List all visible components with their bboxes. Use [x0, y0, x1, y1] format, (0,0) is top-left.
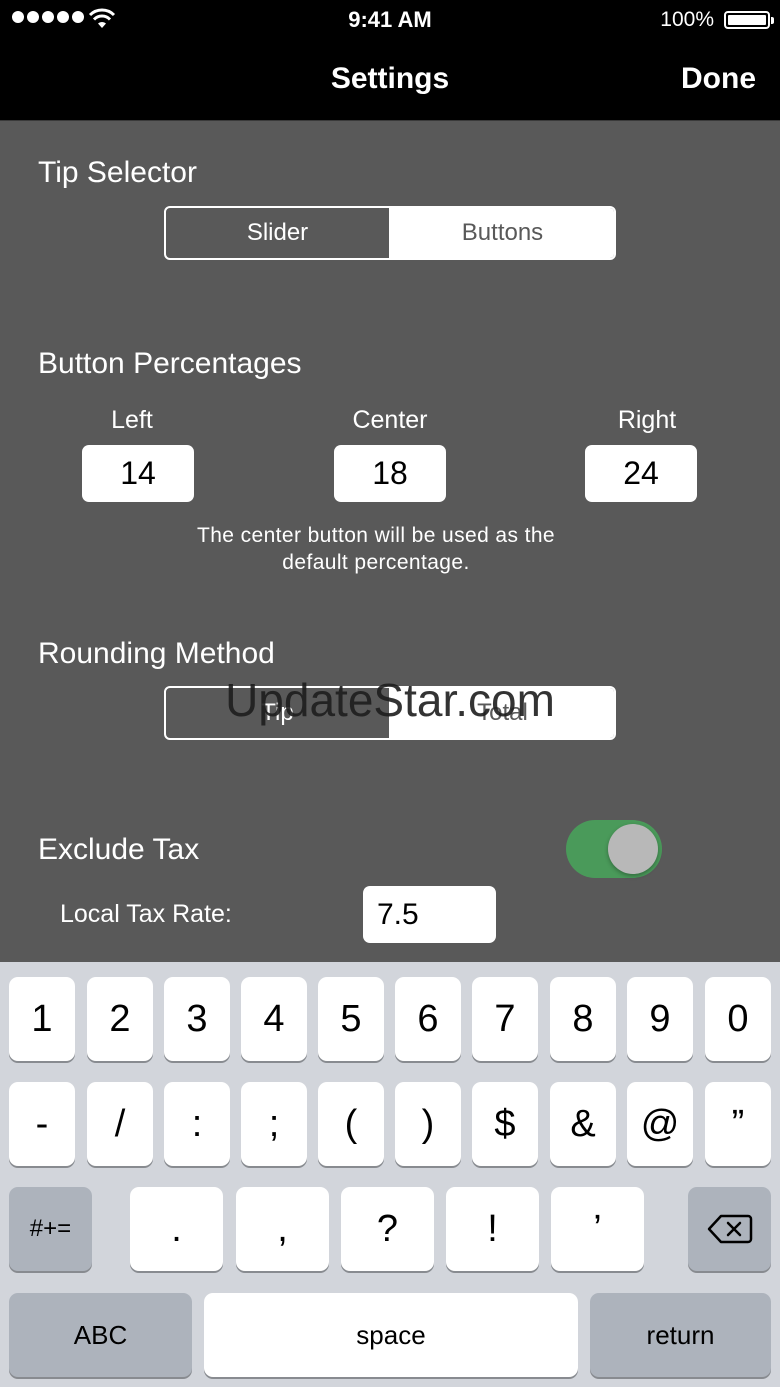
- tip-selector-control: Slider Buttons: [164, 206, 616, 260]
- key-9[interactable]: 9: [627, 977, 693, 1061]
- done-button[interactable]: Done: [681, 62, 756, 96]
- return-key[interactable]: return: [590, 1293, 771, 1377]
- left-percentage-field[interactable]: 14: [82, 445, 194, 502]
- key-ampersand[interactable]: &: [550, 1082, 616, 1166]
- key-exclamation[interactable]: !: [446, 1187, 539, 1271]
- button-percentages-title: Button Percentages: [38, 347, 302, 380]
- key-apostrophe[interactable]: ’: [551, 1187, 644, 1271]
- key-6[interactable]: 6: [395, 977, 461, 1061]
- exclude-tax-toggle[interactable]: [566, 820, 662, 878]
- key-3[interactable]: 3: [164, 977, 230, 1061]
- key-close-paren[interactable]: ): [395, 1082, 461, 1166]
- rounding-method-title: Rounding Method: [38, 637, 275, 670]
- key-period[interactable]: .: [130, 1187, 223, 1271]
- key-at[interactable]: @: [627, 1082, 693, 1166]
- exclude-tax-title: Exclude Tax: [38, 833, 200, 866]
- numeric-keyboard: 1 2 3 4 5 6 7 8 9 0 - / : ; ( ) $ & @ ” …: [0, 962, 780, 1387]
- segment-buttons[interactable]: Buttons: [389, 208, 614, 258]
- right-percentage-field[interactable]: 24: [585, 445, 697, 502]
- key-colon[interactable]: :: [164, 1082, 230, 1166]
- key-2[interactable]: 2: [87, 977, 153, 1061]
- space-key[interactable]: space: [204, 1293, 578, 1377]
- center-percentage-field[interactable]: 18: [334, 445, 446, 502]
- segment-tip[interactable]: Tip: [166, 688, 389, 738]
- key-comma[interactable]: ,: [236, 1187, 329, 1271]
- status-bar: 9:41 AM 100%: [0, 0, 780, 40]
- abc-key[interactable]: ABC: [9, 1293, 192, 1377]
- local-tax-rate-label: Local Tax Rate:: [60, 900, 232, 928]
- navigation-bar: Settings Done: [0, 40, 780, 121]
- key-hyphen[interactable]: -: [9, 1082, 75, 1166]
- delete-key[interactable]: [688, 1187, 771, 1271]
- battery-percentage: 100%: [660, 8, 714, 31]
- key-dollar[interactable]: $: [472, 1082, 538, 1166]
- center-label: Center: [352, 406, 428, 434]
- left-label: Left: [111, 406, 153, 434]
- key-quote[interactable]: ”: [705, 1082, 771, 1166]
- toggle-knob: [608, 824, 658, 874]
- local-tax-rate-field[interactable]: 7.5: [363, 886, 496, 943]
- key-1[interactable]: 1: [9, 977, 75, 1061]
- key-7[interactable]: 7: [472, 977, 538, 1061]
- symbols-key[interactable]: #+=: [9, 1187, 92, 1271]
- key-open-paren[interactable]: (: [318, 1082, 384, 1166]
- segment-slider[interactable]: Slider: [166, 208, 389, 258]
- rounding-method-control: Tip Total: [164, 686, 616, 740]
- hint-line-1: The center button will be used as the: [196, 524, 555, 547]
- right-label: Right: [617, 406, 677, 434]
- center-button-hint: The center button will be used as the de…: [160, 522, 592, 576]
- hint-line-2: default percentage.: [282, 551, 470, 574]
- tip-selector-title: Tip Selector: [38, 156, 197, 189]
- key-slash[interactable]: /: [87, 1082, 153, 1166]
- battery-icon: [724, 11, 774, 29]
- page-title: Settings: [330, 62, 450, 95]
- key-question[interactable]: ?: [341, 1187, 434, 1271]
- key-4[interactable]: 4: [241, 977, 307, 1061]
- segment-total[interactable]: Total: [389, 688, 614, 738]
- key-8[interactable]: 8: [550, 977, 616, 1061]
- key-5[interactable]: 5: [318, 977, 384, 1061]
- backspace-icon: [707, 1214, 752, 1244]
- key-semicolon[interactable]: ;: [241, 1082, 307, 1166]
- key-0[interactable]: 0: [705, 977, 771, 1061]
